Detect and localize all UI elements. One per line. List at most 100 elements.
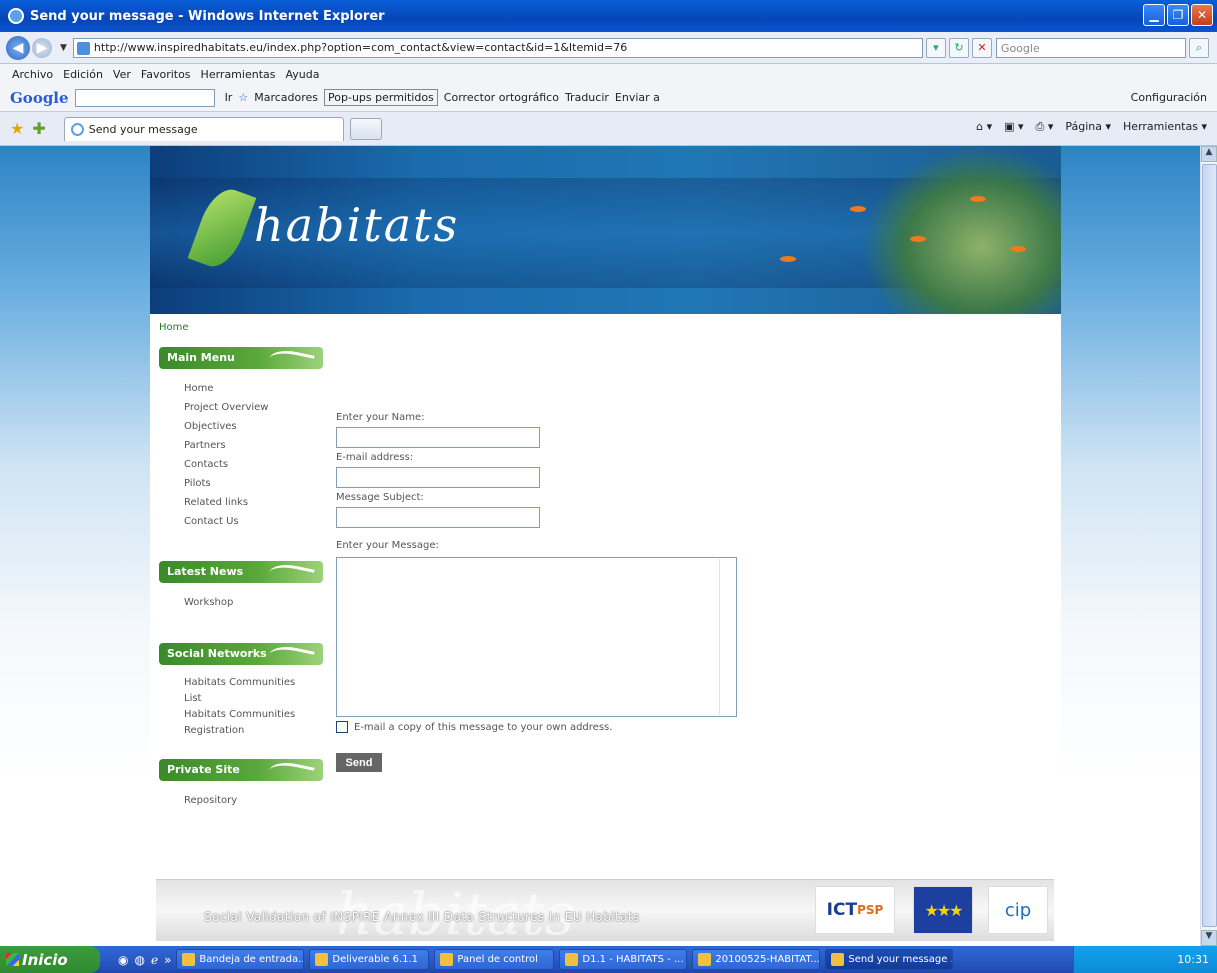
search-input[interactable]: Google — [995, 37, 1186, 58]
stop-icon[interactable]: ✕ — [971, 37, 992, 58]
site-footer: habitats Social Validation of INSPIRE An… — [156, 879, 1054, 948]
footer-slogan: Social Validation of INSPIRE Annex III D… — [204, 910, 640, 924]
menu-bar: Archivo Edición Ver Favoritos Herramientas Ay… — [0, 64, 1217, 84]
cip-logo: cip — [988, 886, 1048, 934]
quick-launch-more-icon[interactable]: » — [164, 953, 171, 967]
vertical-scrollbar[interactable]: ▲ ▼ — [1200, 146, 1217, 946]
quick-launch: ◉ ◍ ℯ » — [118, 953, 171, 967]
sidebar-item[interactable]: Repository — [184, 791, 237, 810]
email-copy-label: E-mail a copy of this message to your ow… — [354, 721, 613, 733]
email-label: E-mail address: — [336, 452, 414, 463]
email-field[interactable] — [336, 467, 540, 488]
url-text: http://www.inspiredhabitats.eu/index.php… — [93, 41, 628, 54]
name-label: Enter your Name: — [336, 412, 425, 423]
page-menu[interactable]: Página ▾ — [1065, 120, 1111, 134]
quick-launch-icon[interactable]: ◉ — [118, 953, 128, 967]
sidebar-item[interactable]: Partners — [184, 436, 268, 455]
tab-send-message[interactable]: Send your message — [63, 116, 344, 141]
ict-psp-logo: ICT PSP — [815, 886, 895, 934]
popups-button[interactable]: Pop-ups permitidos — [324, 89, 438, 106]
start-button[interactable]: Inicio — [0, 946, 100, 973]
sidebar-item[interactable]: Habitats Communities List — [184, 675, 304, 707]
close-button[interactable]: ✕ — [1191, 4, 1213, 26]
send-button[interactable]: Send — [336, 753, 382, 772]
name-field[interactable] — [336, 427, 540, 448]
sidebar-item[interactable]: Home — [184, 379, 268, 398]
main-menu-heading: Main Menu — [159, 347, 323, 369]
scroll-down-icon[interactable]: ▼ — [1201, 930, 1217, 946]
task-button[interactable]: Send your message ... — [825, 949, 954, 970]
sidebar-item[interactable]: Pilots — [184, 474, 268, 493]
back-button[interactable]: ◀ — [6, 35, 30, 60]
menu-item[interactable]: Edición — [63, 68, 103, 81]
sidebar-item[interactable]: Related links — [184, 493, 268, 512]
url-field[interactable]: http://www.inspiredhabitats.eu/index.php… — [72, 37, 923, 58]
latest-news-list: Workshop — [184, 593, 233, 612]
new-tab-button[interactable] — [349, 117, 382, 140]
message-label: Enter your Message: — [336, 540, 439, 551]
menu-item[interactable]: Archivo — [12, 68, 53, 81]
star-icon[interactable]: ☆ — [238, 91, 248, 104]
clock[interactable]: 10:31 — [1177, 953, 1209, 966]
recent-pages-dropdown[interactable]: ▼ — [60, 43, 67, 53]
task-button[interactable]: Deliverable 6.1.1 — [309, 949, 430, 970]
ie-icon — [8, 8, 24, 24]
minimize-button[interactable]: ▁ — [1143, 4, 1165, 26]
favorites-star-icon[interactable]: ★ — [10, 119, 24, 138]
scroll-thumb[interactable] — [1202, 164, 1217, 927]
restore-button[interactable]: ❐ — [1167, 4, 1189, 26]
sidebar-item[interactable]: Project Overview — [184, 398, 268, 417]
quick-launch-icon[interactable]: ◍ — [134, 953, 144, 967]
sidebar-item[interactable]: Contacts — [184, 455, 268, 474]
scroll-up-icon[interactable]: ▲ — [1201, 146, 1217, 162]
google-logo: Google — [10, 88, 69, 107]
home-icon[interactable]: ⌂ ▾ — [976, 120, 992, 134]
sidebar-item[interactable]: Habitats Communities Registration — [184, 707, 304, 739]
email-copy-checkbox[interactable] — [336, 721, 348, 733]
breadcrumb[interactable]: Home — [159, 322, 189, 333]
spellcheck-button[interactable]: Corrector ortográfico — [444, 91, 559, 104]
translate-button[interactable]: Traducir — [565, 91, 609, 104]
tools-menu[interactable]: Herramientas ▾ — [1123, 120, 1207, 134]
menu-item[interactable]: Herramientas — [201, 68, 276, 81]
menu-item[interactable]: Favoritos — [141, 68, 191, 81]
search-icon[interactable]: ⌕ — [1188, 37, 1209, 58]
subject-field[interactable] — [336, 507, 540, 528]
social-networks-list: Habitats Communities List Habitats Commun… — [184, 675, 304, 739]
send-to-button[interactable]: Enviar a — [615, 91, 660, 104]
url-dropdown-button[interactable]: ▾ — [925, 37, 946, 58]
tab-label: Send your message — [88, 122, 198, 136]
refresh-icon[interactable]: ↻ — [948, 37, 969, 58]
window-controls: ▁ ❐ ✕ — [1143, 4, 1213, 26]
taskbar: Inicio ◉ ◍ ℯ » Bandeja de entrada... Deli… — [0, 946, 1217, 973]
forward-button[interactable]: ▶ — [32, 37, 52, 58]
sidebar-item[interactable]: Contact Us — [184, 512, 268, 531]
quick-launch-icon[interactable]: ℯ — [151, 953, 158, 967]
menu-item[interactable]: Ayuda — [285, 68, 319, 81]
go-button[interactable]: Ir — [225, 91, 233, 104]
coral-reef-image — [861, 146, 1061, 314]
contact-form: Enter your Name: E-mail address: Message… — [336, 410, 756, 772]
system-tray: 10:31 — [1073, 946, 1217, 973]
page-icon — [76, 41, 90, 55]
menu-item[interactable]: Ver — [113, 68, 131, 81]
task-button[interactable]: D1.1 - HABITATS - ... — [559, 949, 688, 970]
sidebar-item[interactable]: Objectives — [184, 417, 268, 436]
add-favorite-icon[interactable]: ✚ — [32, 119, 45, 138]
task-button[interactable]: Panel de control — [434, 949, 555, 970]
message-textarea[interactable] — [336, 557, 737, 717]
site-banner: habitats — [150, 146, 1061, 314]
site-logo[interactable]: habitats — [254, 198, 459, 252]
google-toolbar: Google Ir ☆ Marcadores Pop-ups permitido… — [0, 84, 1217, 112]
print-icon[interactable]: ⎙ ▾ — [1036, 120, 1054, 134]
sidebar-item[interactable]: Workshop — [184, 593, 233, 612]
task-button[interactable]: 20100525-HABITAT... — [692, 949, 821, 970]
textarea-scrollbar[interactable] — [719, 559, 735, 715]
loading-icon — [70, 122, 84, 136]
google-search-input[interactable] — [74, 88, 215, 107]
window-titlebar: Send your message - Windows Internet Exp… — [0, 0, 1217, 32]
feeds-icon[interactable]: ▣ ▾ — [1004, 120, 1023, 134]
bookmarks-button[interactable]: Marcadores — [254, 91, 318, 104]
task-button[interactable]: Bandeja de entrada... — [176, 949, 305, 970]
settings-button[interactable]: Configuración — [1131, 91, 1207, 104]
